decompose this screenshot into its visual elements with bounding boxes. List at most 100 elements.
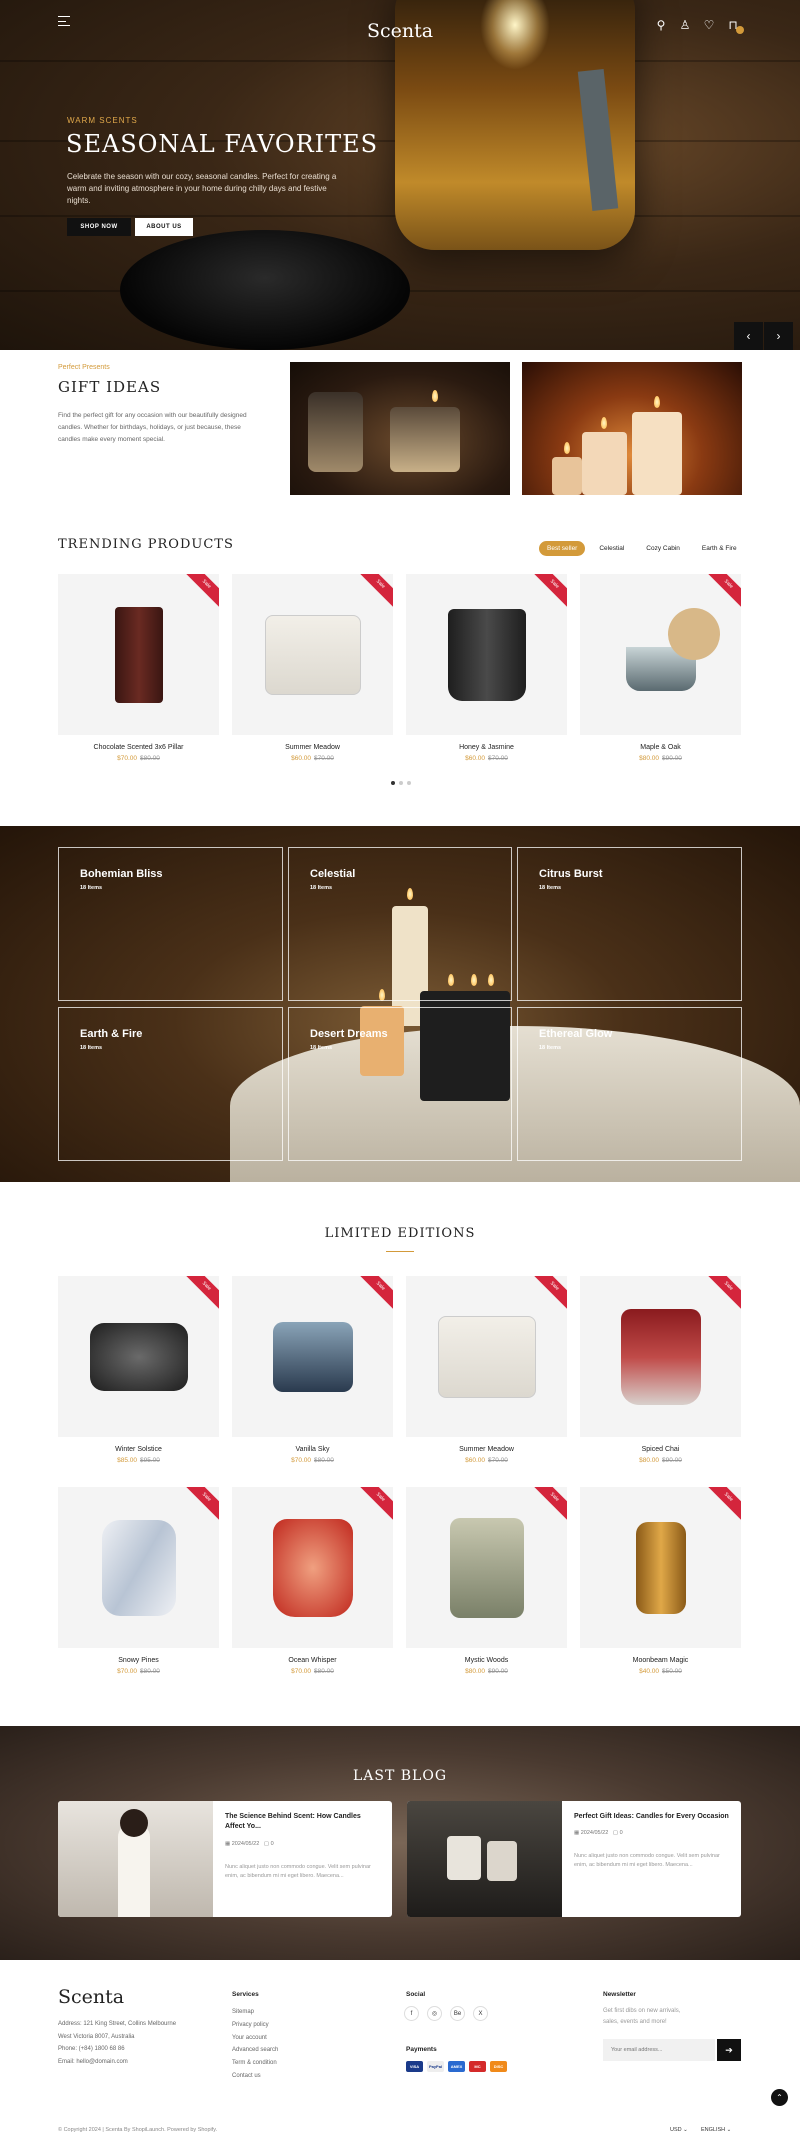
product-card[interactable]: Sale Snowy Pines $70.00 $80.00 (58, 1487, 219, 1675)
product-card[interactable]: Sale Maple & Oak $80.00 $90.00 (580, 574, 741, 762)
blog-card[interactable]: The Science Behind Scent: How Candles Af… (58, 1801, 392, 1917)
product-card[interactable]: Sale Winter Solstice $85.00 $95.00 (58, 1276, 219, 1464)
product-name[interactable]: Ocean Whisper (232, 1657, 393, 1664)
blog-card[interactable]: Perfect Gift Ideas: Candles for Every Oc… (407, 1801, 741, 1917)
tab-earth-fire[interactable]: Earth & Fire (694, 541, 745, 556)
collection-tile[interactable]: Earth & Fire 18 Items (58, 1007, 283, 1161)
product-price: $40.00 (639, 1668, 659, 1675)
footer-link-search[interactable]: Advanced search (232, 2044, 278, 2057)
chevron-up-icon: ⌃ (776, 2093, 783, 2102)
blog-excerpt: Nunc aliquet justo non commodo congue. V… (225, 1864, 371, 1879)
x-icon[interactable]: X (473, 2006, 488, 2021)
gift-image-jars[interactable] (290, 362, 510, 495)
footer-link-account[interactable]: Your account (232, 2032, 278, 2045)
collection-name[interactable]: Citrus Burst (539, 868, 603, 880)
services-links: Sitemap Privacy policy Your account Adva… (232, 2006, 278, 2083)
footer-link-terms[interactable]: Term & condition (232, 2057, 278, 2070)
product-card[interactable]: Sale Moonbeam Magic $40.00 $50.00 (580, 1487, 741, 1675)
slider-prev-button[interactable]: ‹ (734, 322, 763, 350)
product-card[interactable]: Sale Mystic Woods $80.00 $90.00 (406, 1487, 567, 1675)
product-image[interactable] (114, 606, 163, 703)
product-card[interactable]: Sale Honey & Jasmine $60.00 $70.00 (406, 574, 567, 762)
collection-count: 18 Items (539, 1045, 562, 1051)
product-name[interactable]: Chocolate Scented 3x6 Pillar (58, 744, 219, 751)
product-name[interactable]: Mystic Woods (406, 1657, 567, 1664)
product-name[interactable]: Vanilla Sky (232, 1446, 393, 1453)
tab-celestial[interactable]: Celestial (591, 541, 632, 556)
search-icon[interactable]: ⚲ (654, 18, 668, 32)
collection-tile[interactable]: Citrus Burst 18 Items (517, 847, 742, 1001)
facebook-icon[interactable]: f (404, 2006, 419, 2021)
product-card[interactable]: Sale Ocean Whisper $70.00 $80.00 (232, 1487, 393, 1675)
blog-post-title[interactable]: The Science Behind Scent: How Candles Af… (225, 1812, 380, 1832)
collection-name[interactable]: Earth & Fire (80, 1028, 142, 1040)
product-name[interactable]: Summer Meadow (232, 744, 393, 751)
product-card[interactable]: Sale Chocolate Scented 3x6 Pillar $70.00… (58, 574, 219, 762)
product-old-price: $50.00 (662, 1668, 682, 1675)
product-old-price: $80.00 (140, 1668, 160, 1675)
collection-name[interactable]: Ethereal Glow (539, 1028, 612, 1040)
product-old-price: $80.00 (314, 1457, 334, 1464)
product-image[interactable] (620, 1308, 701, 1405)
product-image[interactable] (89, 1322, 188, 1391)
gift-image-candles[interactable] (522, 362, 742, 495)
product-image[interactable] (264, 614, 361, 695)
behance-icon[interactable]: Be (450, 2006, 465, 2021)
footer-link-privacy[interactable]: Privacy policy (232, 2019, 278, 2032)
collection-count: 18 Items (310, 885, 333, 891)
product-image[interactable] (272, 1321, 353, 1392)
tab-best-seller[interactable]: Best seller (539, 541, 586, 556)
product-name[interactable]: Summer Meadow (406, 1446, 567, 1453)
newsletter-submit-button[interactable]: ➔ (717, 2039, 741, 2061)
cart-icon[interactable]: ⊓ (726, 18, 744, 34)
product-image[interactable] (437, 1315, 536, 1398)
carousel-dots[interactable] (391, 781, 411, 785)
product-old-price: $90.00 (662, 1457, 682, 1464)
product-card[interactable]: Sale Spiced Chai $80.00 $90.00 (580, 1276, 741, 1464)
blog-post-title[interactable]: Perfect Gift Ideas: Candles for Every Oc… (574, 1812, 729, 1822)
product-name[interactable]: Winter Solstice (58, 1446, 219, 1453)
address-line: Address: 121 King Street, Collins Melbou… (58, 2021, 177, 2027)
shop-now-button[interactable]: SHOP NOW (67, 218, 131, 236)
footer-link-sitemap[interactable]: Sitemap (232, 2006, 278, 2019)
product-image[interactable] (272, 1518, 353, 1617)
newsletter-email-input[interactable] (603, 2039, 715, 2061)
product-name[interactable]: Moonbeam Magic (580, 1657, 741, 1664)
product-name[interactable]: Maple & Oak (580, 744, 741, 751)
collection-name[interactable]: Celestial (310, 868, 355, 880)
product-name[interactable]: Spiced Chai (580, 1446, 741, 1453)
collection-tile[interactable]: Desert Dreams 18 Items (288, 1007, 512, 1161)
blog-image[interactable] (407, 1801, 562, 1917)
product-card[interactable]: Sale Summer Meadow $60.00 $70.00 (232, 574, 393, 762)
gift-description: Find the perfect gift for any occasion w… (58, 412, 247, 443)
collection-name[interactable]: Desert Dreams (310, 1028, 388, 1040)
wishlist-icon[interactable]: ♡ (702, 18, 716, 32)
account-icon[interactable]: ♙ (678, 18, 692, 32)
product-name[interactable]: Honey & Jasmine (406, 744, 567, 751)
collection-name[interactable]: Bohemian Bliss (80, 868, 163, 880)
product-image[interactable] (449, 1517, 524, 1618)
product-card[interactable]: Sale Vanilla Sky $70.00 $80.00 (232, 1276, 393, 1464)
slider-next-button[interactable]: › (764, 322, 793, 350)
product-image[interactable] (447, 608, 526, 701)
blog-image[interactable] (58, 1801, 213, 1917)
product-price: $60.00 (465, 755, 485, 762)
currency-selector[interactable]: USD ⌄ (670, 2127, 688, 2133)
tab-cozy-cabin[interactable]: Cozy Cabin (638, 541, 688, 556)
back-to-top-button[interactable]: ⌃ (771, 2089, 788, 2106)
collection-tile[interactable]: Bohemian Bliss 18 Items (58, 847, 283, 1001)
blog-date: 2024/05/22 (580, 1830, 609, 1836)
pinterest-icon[interactable]: ◎ (427, 2006, 442, 2021)
product-card[interactable]: Sale Summer Meadow $60.00 $70.00 (406, 1276, 567, 1464)
footer-link-contact[interactable]: Contact us (232, 2070, 278, 2083)
about-us-button[interactable]: ABOUT US (135, 218, 193, 236)
collection-tile[interactable]: Ethereal Glow 18 Items (517, 1007, 742, 1161)
collection-tile[interactable]: Celestial 18 Items (288, 847, 512, 1001)
title-divider (386, 1251, 414, 1252)
sale-badge: Sale (179, 1487, 219, 1525)
language-selector[interactable]: ENGLISH ⌄ (701, 2127, 731, 2133)
footer-logo[interactable]: Scenta (58, 1986, 124, 2008)
product-image[interactable] (101, 1519, 176, 1616)
product-image[interactable] (635, 1521, 686, 1614)
product-name[interactable]: Snowy Pines (58, 1657, 219, 1664)
